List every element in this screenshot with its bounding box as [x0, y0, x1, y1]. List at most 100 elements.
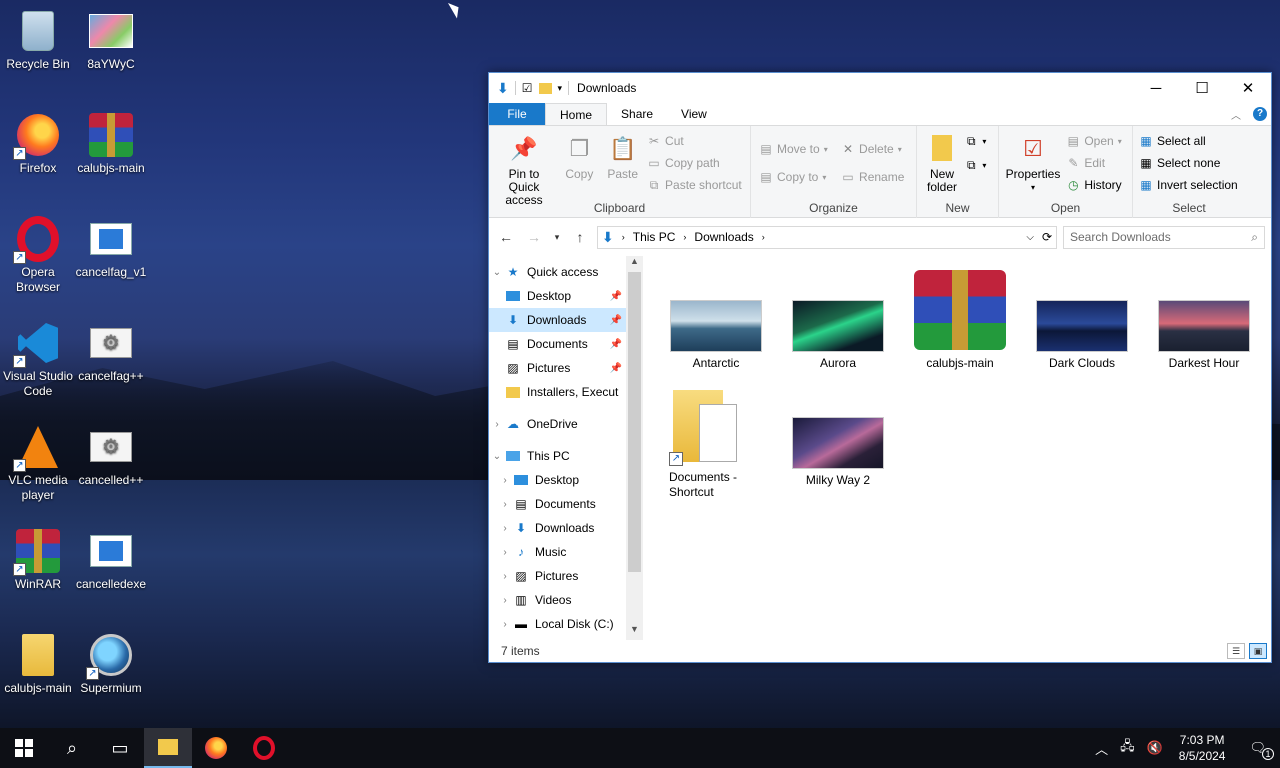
desktop-icon-firefox[interactable]: ↗ Firefox [0, 112, 76, 176]
copy-button[interactable]: ❐ Copy [560, 130, 598, 181]
file-explorer-window[interactable]: ⬇ ☑ ▾ Downloads ─ ☐ ✕ File Home Share Vi… [488, 72, 1272, 663]
forward-arrow-icon[interactable]: → [523, 229, 545, 245]
select-none-button[interactable]: ▦ Select none [1139, 154, 1238, 172]
address-dropdown-chevron-icon[interactable]: ⌵ [1026, 232, 1034, 243]
breadcrumb-this-pc[interactable]: This PC [633, 230, 676, 244]
properties-quick-icon[interactable]: ☑ [522, 81, 533, 95]
file-item-documents-shortcut[interactable]: ↗ Documents - Shortcut [661, 386, 757, 500]
desktop-icon-calubjs-main-folder[interactable]: calubjs-main [0, 632, 76, 696]
expand-chevron-icon[interactable]: › [497, 499, 513, 510]
desktop-icon-vscode[interactable]: ↗ Visual Studio Code [0, 320, 76, 399]
tree-item-qa-installers[interactable]: Installers, Execut [489, 380, 626, 404]
tab-share[interactable]: Share [607, 103, 667, 125]
details-view-icon[interactable]: ☰ [1227, 643, 1245, 659]
customize-quick-access-dropdown-icon[interactable]: ▾ [558, 83, 563, 94]
collapse-chevron-icon[interactable]: ⌄ [489, 451, 505, 462]
search-button[interactable]: ⌕ [48, 728, 96, 768]
edit-button[interactable]: ✎ Edit [1066, 154, 1121, 172]
file-item-calubjs-main[interactable]: calubjs-main [907, 270, 1013, 371]
cut-button[interactable]: ✂ Cut [647, 132, 742, 150]
tree-item-qa-downloads[interactable]: ⬇ Downloads 📌 [489, 308, 626, 332]
tree-item-this-pc[interactable]: ⌄ This PC [489, 444, 626, 468]
collapse-ribbon-chevron-icon[interactable]: ︿ [1231, 107, 1241, 122]
task-view-button[interactable]: ▭ [96, 728, 144, 768]
scrollbar-thumb[interactable] [628, 272, 641, 572]
volume-muted-icon[interactable]: 🔇 [1141, 740, 1169, 756]
expand-chevron-icon[interactable]: › [497, 571, 513, 582]
taskbar-file-explorer[interactable] [144, 728, 192, 768]
new-item-button[interactable]: ⧉ ▾ [964, 132, 986, 150]
file-view[interactable]: Antarctic Aurora calubjs-main Dark Cloud… [643, 256, 1271, 640]
expand-chevron-icon[interactable]: › [489, 419, 505, 430]
desktop-icon-cancelfag-v1[interactable]: cancelfag_v1 [73, 216, 149, 280]
help-icon[interactable]: ? [1253, 107, 1267, 121]
notifications-button[interactable]: 🗨 1 [1235, 740, 1280, 760]
up-arrow-icon[interactable]: ↑ [569, 229, 591, 245]
start-button[interactable] [0, 728, 48, 768]
desktop-icon-supermium[interactable]: ↗ Supermium [73, 632, 149, 696]
pin-to-quick-access-button[interactable]: 📌 Pin to Quick access [493, 130, 555, 207]
file-item-milky-way-2[interactable]: Milky Way 2 [785, 417, 891, 488]
refresh-icon[interactable]: ⟳ [1042, 230, 1052, 244]
search-box[interactable]: Search Downloads ⌕ [1063, 225, 1265, 249]
tree-item-pc-pictures[interactable]: › ▨ Pictures [489, 564, 626, 588]
title-bar[interactable]: ⬇ ☑ ▾ Downloads ─ ☐ ✕ [489, 73, 1271, 103]
clock[interactable]: 7:03 PM 8/5/2024 [1169, 732, 1236, 764]
invert-selection-button[interactable]: ▦ Invert selection [1139, 176, 1237, 194]
desktop-icon-8aywyc[interactable]: 8aYWyC [73, 8, 149, 72]
new-folder-button[interactable]: New folder [925, 130, 959, 194]
properties-button[interactable]: ☑ Properties ▾ [1005, 130, 1061, 194]
copy-to-button[interactable]: ▤ Copy to ▾ [759, 168, 828, 186]
tree-item-pc-videos[interactable]: › ▥ Videos [489, 588, 626, 612]
paste-button[interactable]: 📋 Paste [604, 130, 642, 181]
rename-button[interactable]: ▭ Rename [841, 168, 904, 186]
tree-item-pc-downloads[interactable]: › ⬇ Downloads [489, 516, 626, 540]
expand-chevron-icon[interactable]: › [497, 547, 513, 558]
expand-chevron-icon[interactable]: › [497, 595, 513, 606]
history-button[interactable]: ◷ History [1066, 176, 1122, 194]
tab-file[interactable]: File [489, 103, 545, 125]
tab-view[interactable]: View [667, 103, 721, 125]
desktop-icon-recycle-bin[interactable]: Recycle Bin [0, 8, 76, 72]
desktop-icon-vlc[interactable]: ↗ VLC media player [0, 424, 76, 503]
desktop-icon-cancelled-plusplus[interactable]: ⚙ cancelled++ [73, 424, 149, 488]
paste-shortcut-button[interactable]: ⧉ Paste shortcut [647, 176, 742, 194]
delete-button[interactable]: ✕ Delete ▾ [841, 140, 904, 158]
expand-chevron-icon[interactable]: › [497, 619, 513, 630]
breadcrumb-downloads[interactable]: Downloads [694, 230, 753, 244]
open-button[interactable]: ▤ Open ▾ [1066, 132, 1122, 150]
tree-item-qa-desktop[interactable]: Desktop 📌 [489, 284, 626, 308]
close-icon[interactable]: ✕ [1225, 73, 1271, 103]
recent-locations-chevron-icon[interactable]: ▾ [551, 232, 563, 243]
taskbar-firefox[interactable] [192, 728, 240, 768]
easy-access-button[interactable]: ⧉ ▾ [964, 156, 986, 174]
desktop-icon-calubjs-main-archive[interactable]: calubjs-main [73, 112, 149, 176]
move-to-button[interactable]: ▤ Move to ▾ [759, 140, 827, 158]
desktop-icon-cancelfag-plusplus[interactable]: ⚙ cancelfag++ [73, 320, 149, 384]
file-item-darkest-hour[interactable]: Darkest Hour [1151, 300, 1257, 371]
new-folder-quick-icon[interactable] [538, 82, 552, 94]
navigation-pane[interactable]: ⌄ ★ Quick access Desktop 📌 ⬇ Downloads 📌 ▤ Doc… [489, 256, 643, 640]
file-item-aurora[interactable]: Aurora [785, 300, 891, 371]
network-icon[interactable]: 🖧 [1114, 737, 1141, 759]
desktop-icon-opera[interactable]: ↗ Opera Browser [0, 216, 76, 295]
select-all-button[interactable]: ▦ Select all [1139, 132, 1238, 150]
show-hidden-icons-chevron-icon[interactable]: ︿ [1089, 739, 1114, 758]
collapse-chevron-icon[interactable]: ⌄ [489, 267, 505, 278]
back-arrow-icon[interactable]: ← [495, 229, 517, 245]
file-item-antarctic[interactable]: Antarctic [663, 300, 769, 371]
taskbar-opera[interactable] [240, 728, 288, 768]
tree-item-onedrive[interactable]: › ☁ OneDrive [489, 412, 626, 436]
large-icons-view-icon[interactable]: ▣ [1249, 643, 1267, 659]
file-item-dark-clouds[interactable]: Dark Clouds [1029, 300, 1135, 371]
maximize-icon[interactable]: ☐ [1179, 73, 1225, 103]
scroll-down-arrow-icon[interactable]: ▼ [626, 624, 643, 640]
tree-item-pc-desktop[interactable]: › Desktop [489, 468, 626, 492]
copy-path-button[interactable]: ▭ Copy path [647, 154, 742, 172]
tree-item-pc-documents[interactable]: › ▤ Documents [489, 492, 626, 516]
tab-home[interactable]: Home [545, 103, 608, 125]
desktop-icon-cancelledexe[interactable]: cancelledexe [73, 528, 149, 592]
expand-chevron-icon[interactable]: › [497, 523, 513, 534]
address-bar[interactable]: ⬇ › This PC › Downloads › ⌵ ⟳ [597, 225, 1057, 249]
search-input[interactable]: Search Downloads [1070, 230, 1171, 244]
